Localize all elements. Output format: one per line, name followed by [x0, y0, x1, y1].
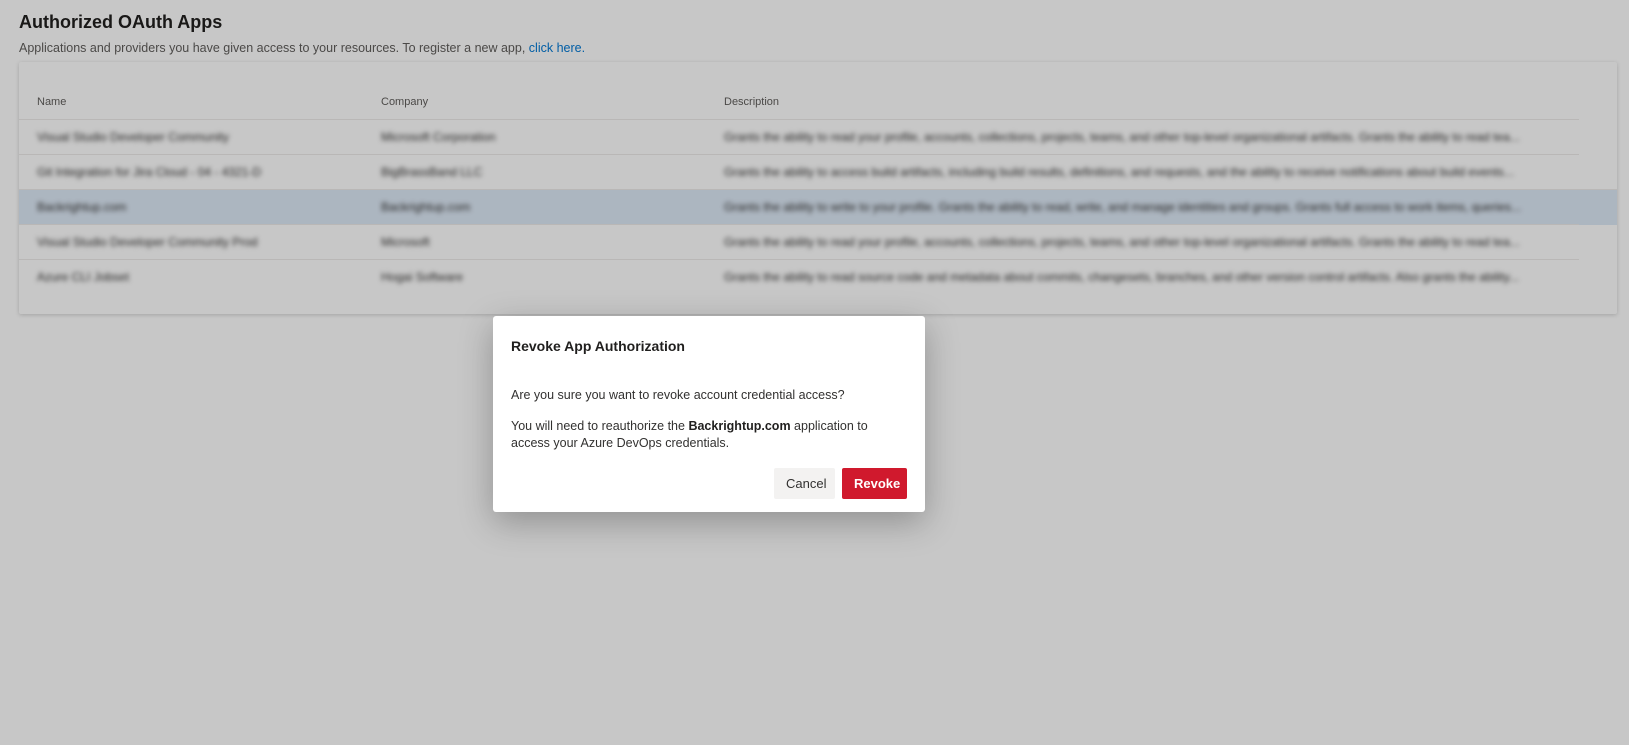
- dialog-detail: You will need to reauthorize the Backrig…: [511, 418, 907, 452]
- dialog-question: Are you sure you want to revoke account …: [511, 388, 845, 402]
- revoke-authorization-dialog: Revoke App Authorization Are you sure yo…: [493, 316, 925, 512]
- dialog-detail-prefix: You will need to reauthorize the: [511, 419, 685, 433]
- cancel-button[interactable]: Cancel: [774, 468, 835, 499]
- authorized-oauth-apps-page: Authorized OAuth Apps Applications and p…: [0, 0, 1629, 745]
- revoke-button[interactable]: Revoke: [842, 468, 907, 499]
- dialog-title: Revoke App Authorization: [511, 338, 685, 354]
- dialog-app-name: Backrightup.com: [688, 419, 791, 433]
